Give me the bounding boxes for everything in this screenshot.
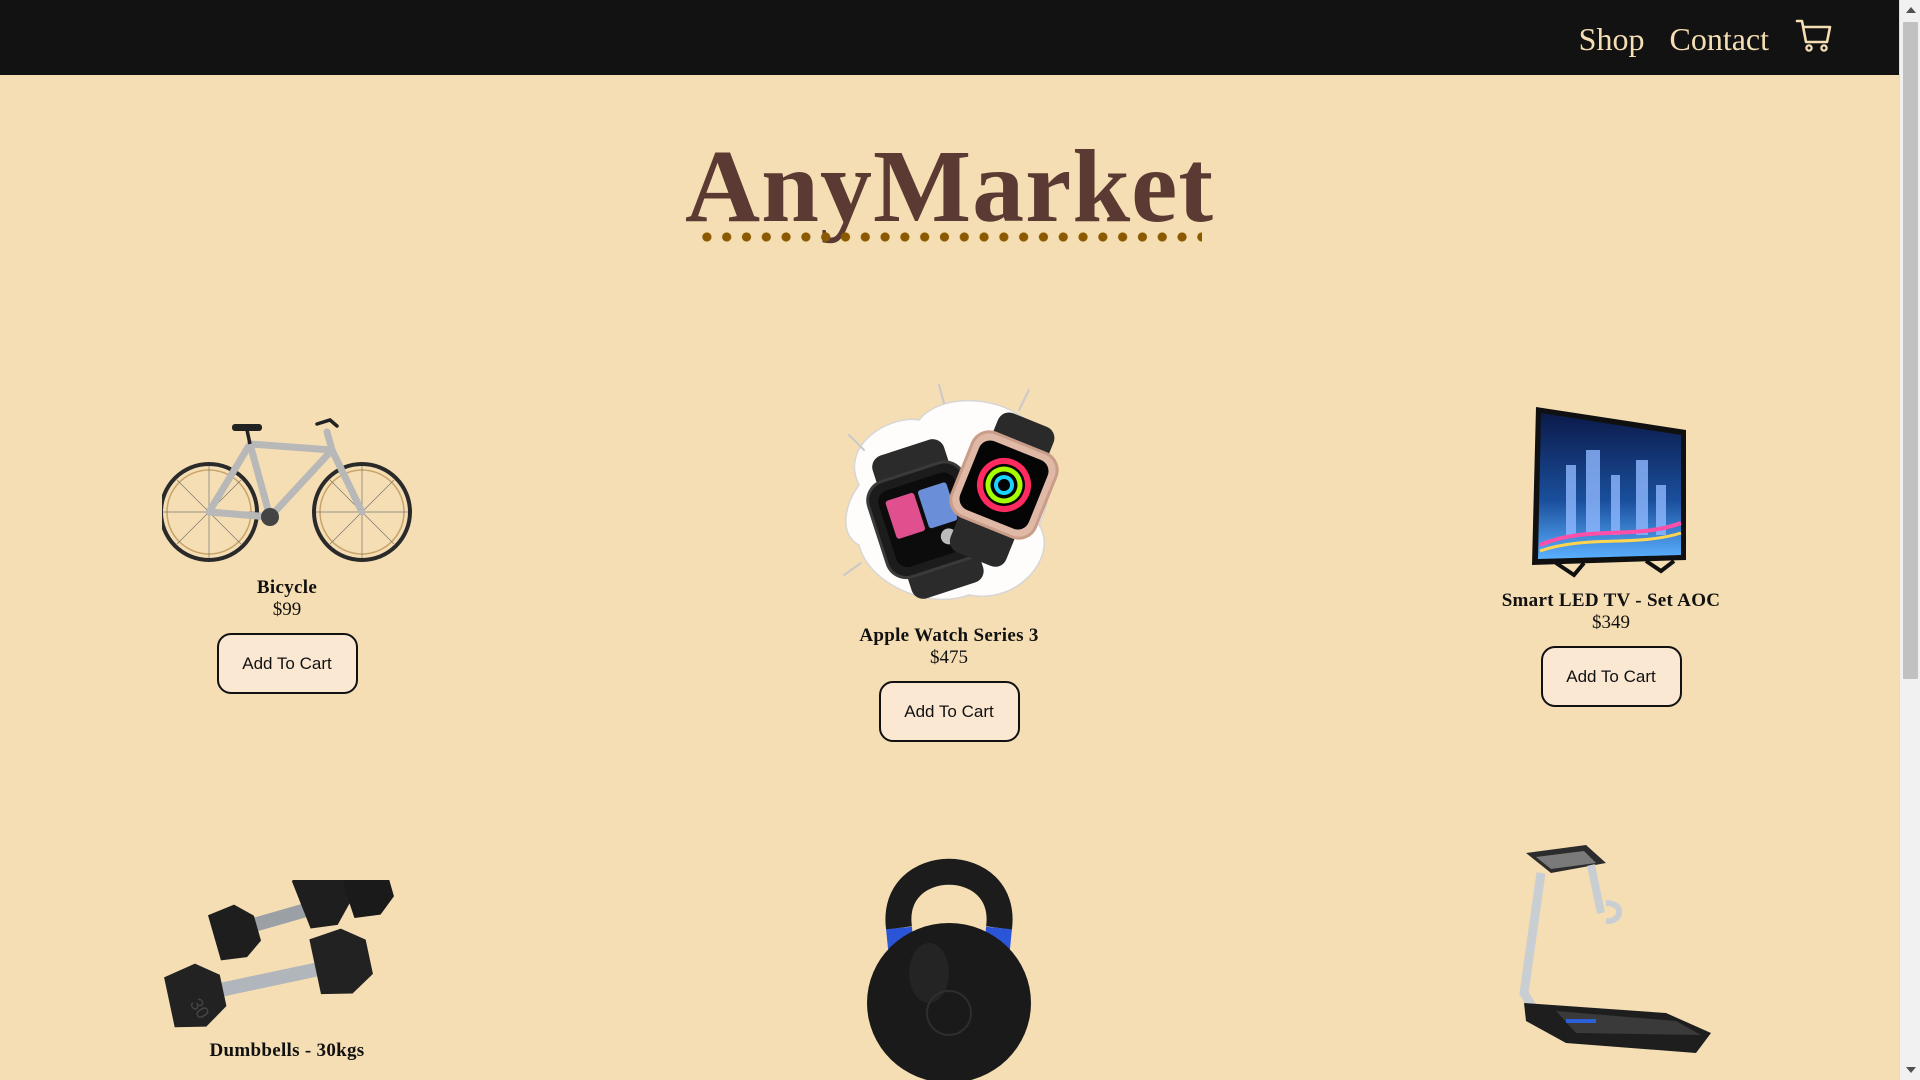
product-card-dumbbells: 30 Dumbbells - 30kgs <box>107 880 467 1062</box>
shopping-cart-icon[interactable] <box>1795 16 1833 54</box>
product-card-treadmill <box>1431 843 1791 1068</box>
nav-link-contact[interactable]: Contact <box>1669 21 1769 58</box>
bicycle-image <box>162 418 412 562</box>
dumbbells-image: 30 <box>164 880 394 1028</box>
scroll-thumb[interactable] <box>1903 22 1918 679</box>
product-price: $475 <box>930 647 968 668</box>
brand-dotted-underline <box>697 230 1202 244</box>
brand-header: AnyMarket <box>0 135 1899 239</box>
product-card-kettlebell <box>769 833 1129 1080</box>
scroll-down-icon[interactable] <box>1906 1067 1916 1073</box>
smart-tv-image <box>1532 407 1686 578</box>
kettlebell-image <box>867 858 1031 1080</box>
product-name: Dumbbells - 30kgs <box>209 1040 365 1061</box>
add-to-cart-button[interactable]: Add To Cart <box>1540 646 1682 707</box>
vertical-scrollbar[interactable] <box>1899 0 1920 1080</box>
apple-watch-image <box>843 384 1059 601</box>
product-price: $349 <box>1592 612 1630 633</box>
top-navbar: Shop Contact <box>0 0 1899 75</box>
nav-link-shop[interactable]: Shop <box>1579 21 1645 58</box>
treadmill-image <box>1519 845 1711 1053</box>
product-name: Bicycle <box>256 577 318 598</box>
add-to-cart-button[interactable]: Add To Cart <box>878 681 1020 742</box>
add-to-cart-button[interactable]: Add To Cart <box>216 633 358 694</box>
product-card-smart-tv: Smart LED TV - Set AOC $349 Add To Cart <box>1431 405 1791 707</box>
brand-title: AnyMarket <box>685 129 1214 244</box>
product-name: Apple Watch Series 3 <box>859 625 1039 646</box>
product-price: $99 <box>272 599 302 620</box>
product-name: Smart LED TV - Set AOC <box>1501 590 1721 611</box>
scroll-up-icon[interactable] <box>1906 7 1916 13</box>
product-card-apple-watch: Apple Watch Series 3 $475 Add To Cart <box>769 375 1129 742</box>
product-card-bicycle: Bicycle $99 Add To Cart <box>107 412 467 694</box>
